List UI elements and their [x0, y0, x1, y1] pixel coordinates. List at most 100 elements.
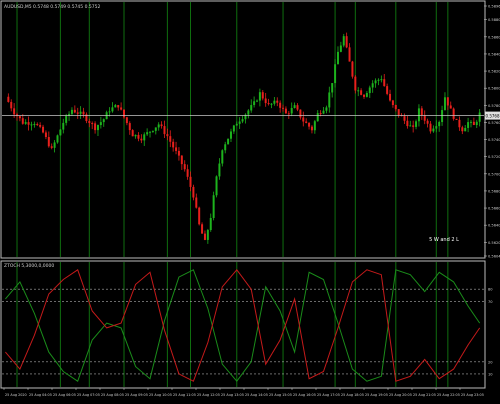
candle-body	[198, 207, 201, 225]
candle-body	[449, 105, 452, 109]
candle-body	[464, 127, 467, 132]
candle-body	[420, 108, 423, 116]
candle-body	[189, 176, 192, 187]
candle-body	[218, 163, 221, 177]
candle-body	[221, 150, 224, 164]
time-tick-label: 25 Aug 04:05	[29, 393, 52, 397]
candle-body	[177, 150, 180, 156]
candle-body	[313, 121, 316, 131]
price-tick-label: 0.5660	[488, 207, 500, 211]
candle-body	[154, 127, 157, 131]
candle-body	[478, 112, 481, 122]
time-tick-label: 25 Aug 19:05	[365, 393, 388, 397]
candle-body	[299, 109, 302, 118]
candle-body	[360, 90, 363, 95]
candle-body	[88, 121, 91, 124]
candle-body	[24, 122, 27, 124]
candle-body	[290, 108, 293, 114]
candle-body	[394, 104, 397, 110]
candle-body	[363, 94, 365, 97]
candle-body	[39, 124, 42, 127]
candle-body	[438, 122, 441, 127]
price-tick-label: 0.5604	[488, 255, 500, 259]
candle-body	[146, 132, 149, 135]
time-tick-label: 25 Aug 06:05	[53, 393, 76, 397]
candle-body	[458, 119, 461, 128]
candle-body	[443, 97, 446, 111]
price-tick-label: 0.5820	[488, 70, 500, 74]
trading-chart: 0.5768 0.5896 0.5880 0.5860 0.5840 0.5820 0.5…	[0, 0, 500, 400]
candle-body	[56, 135, 59, 143]
candle-body	[128, 123, 131, 131]
candle-body	[96, 125, 99, 131]
candle-body	[371, 83, 374, 88]
candle-body	[241, 119, 244, 122]
candle-body	[441, 110, 444, 123]
candle-body	[172, 141, 175, 148]
candle-body	[227, 138, 230, 145]
candle-body	[336, 51, 339, 65]
candle-body	[120, 107, 123, 110]
candle-body	[409, 125, 412, 127]
candle-body	[261, 92, 264, 99]
candle-body	[319, 113, 322, 115]
candle-body	[183, 164, 186, 170]
candle-body	[117, 105, 120, 108]
price-tick-label: 0.5620	[488, 241, 500, 245]
candle-body	[258, 92, 261, 101]
candle-body	[21, 118, 24, 124]
candle-body	[70, 109, 73, 114]
candle-body	[201, 224, 204, 234]
candle-body	[224, 144, 227, 151]
time-tick-label: 25 Aug 17:05	[317, 393, 340, 397]
candle-body	[160, 124, 163, 127]
time-tick-label: 25 Aug 23:05	[461, 393, 484, 397]
candle-body	[316, 113, 319, 122]
price-tick-label: 0.5720	[488, 155, 500, 159]
price-tag: 0.5768	[486, 114, 500, 119]
time-tick-label: 25 Aug 09:05	[125, 393, 148, 397]
candle-body	[374, 80, 377, 84]
candle-body	[209, 217, 212, 231]
candle-body	[461, 127, 464, 132]
candle-body	[322, 110, 325, 114]
candle-body	[406, 120, 409, 127]
candle-body	[186, 169, 189, 177]
symbol-label: AUDUSD,M5 0.5748 0.5749 0.5745 0.5752	[4, 4, 100, 10]
candle-body	[293, 105, 296, 109]
candle-body	[175, 147, 178, 151]
candle-body	[331, 83, 334, 93]
candle-body	[27, 122, 30, 125]
candle-body	[125, 117, 128, 124]
candle-body	[108, 111, 111, 113]
candle-body	[94, 123, 97, 131]
level-label: 10	[488, 372, 493, 376]
candle-body	[389, 93, 392, 101]
candle-body	[273, 100, 276, 104]
candle-body	[79, 111, 82, 114]
candle-body	[30, 124, 33, 126]
time-tick-label: 25 Aug 16:05	[293, 393, 316, 397]
candle-body	[163, 126, 166, 135]
candle-body	[403, 116, 406, 121]
price-tick-label: 0.5896	[488, 5, 500, 9]
level-label: 80	[488, 288, 493, 292]
candle-body	[432, 128, 435, 132]
candle-body	[7, 96, 10, 102]
candle-body	[345, 36, 348, 48]
candle-body	[325, 107, 328, 111]
price-tick-label: 0.5680	[488, 189, 500, 193]
candle-body	[229, 131, 232, 139]
candle-body	[235, 123, 238, 126]
result-annotation: 5 W and 2 L	[429, 237, 459, 243]
candle-body	[18, 116, 21, 119]
candle-body	[328, 92, 331, 108]
candle-body	[82, 111, 85, 115]
candle-body	[149, 131, 152, 133]
candle-body	[180, 155, 183, 165]
price-tick-label: 0.5860	[488, 35, 500, 39]
candle-body	[203, 233, 206, 240]
level-label: 20	[488, 360, 493, 364]
candle-body	[415, 121, 418, 127]
candle-body	[53, 142, 56, 148]
